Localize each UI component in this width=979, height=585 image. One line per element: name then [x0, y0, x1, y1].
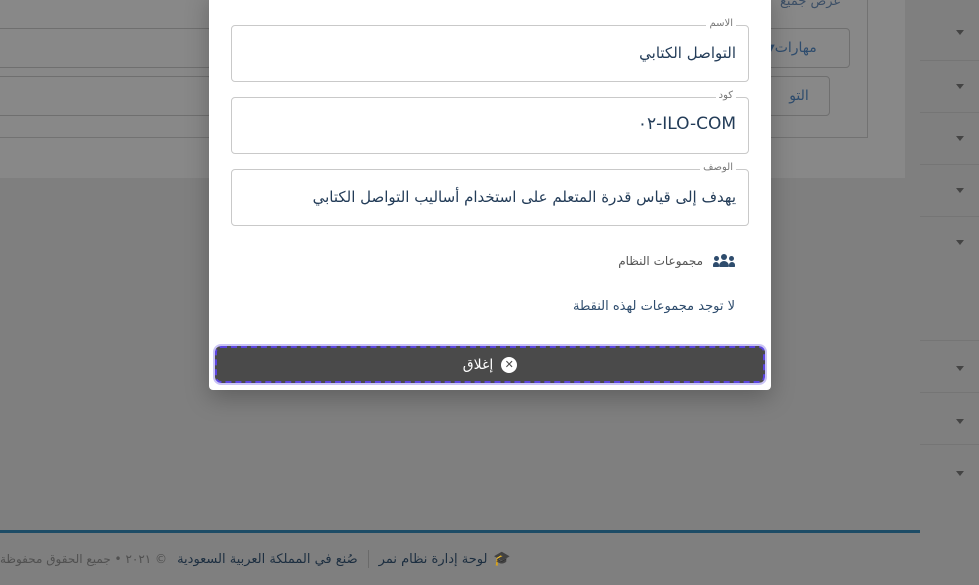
- chevron-down-icon[interactable]: [956, 30, 964, 35]
- chevron-down-icon[interactable]: [956, 240, 964, 245]
- background-input-1: [0, 28, 212, 68]
- chevron-down-icon[interactable]: [956, 136, 964, 141]
- divider: [920, 164, 979, 165]
- footer-brand-label: لوحة إدارة نظام نمر: [378, 551, 488, 567]
- empty-groups-message: لا توجد مجموعات لهذه النقطة: [573, 299, 735, 314]
- users-group-icon: [713, 254, 735, 268]
- name-field-label: الاسم: [706, 18, 736, 29]
- chevron-down-icon[interactable]: [956, 419, 964, 424]
- details-modal: الاسم التواصل الكتابي كود ٠٢-ILO-COM الو…: [209, 0, 771, 390]
- chevron-down-icon[interactable]: [956, 366, 964, 371]
- close-button-label: إغلاق: [462, 356, 494, 373]
- name-field[interactable]: الاسم التواصل الكتابي: [231, 18, 749, 82]
- skills-dropdown-button[interactable]: مهارات ▼: [760, 28, 850, 68]
- footer: 🎓 لوحة إدارة نظام نمر صُنع في المملكة ال…: [0, 533, 979, 585]
- graduation-cap-icon: 🎓: [493, 551, 511, 567]
- close-circle-icon: ✕: [501, 356, 518, 373]
- divider: [920, 392, 979, 393]
- skills-button-label: مهارات: [774, 40, 817, 56]
- right-collapsed-list: [920, 0, 979, 530]
- system-groups-label: مجموعات النظام: [618, 254, 703, 268]
- footer-brand[interactable]: 🎓 لوحة إدارة نظام نمر: [379, 551, 511, 567]
- divider: [920, 60, 979, 61]
- chevron-down-icon[interactable]: [956, 188, 964, 193]
- footer-copyright: © ٢٠٢١ • جميع الحقوق محفوظة: [0, 552, 168, 566]
- code-field[interactable]: كود ٠٢-ILO-COM: [231, 90, 749, 154]
- view-all-text: عرض جميع: [780, 0, 842, 9]
- code-field-label: كود: [715, 90, 736, 101]
- description-field-value: يهدف إلى قياس قدرة المتعلم على استخدام أ…: [312, 188, 736, 206]
- name-field-value: التواصل الكتابي: [639, 44, 736, 62]
- chevron-down-icon[interactable]: [956, 471, 964, 476]
- divider: [920, 444, 979, 445]
- system-groups-heading: مجموعات النظام: [618, 254, 735, 268]
- background-frame-edge: [867, 0, 868, 138]
- background-input-2: [0, 76, 212, 116]
- description-field-label: الوصف: [700, 162, 736, 173]
- chevron-down-icon[interactable]: [956, 84, 964, 89]
- divider: [920, 216, 979, 217]
- description-field[interactable]: الوصف يهدف إلى قياس قدرة المتعلم على است…: [231, 162, 749, 226]
- footer-made-in: صُنع في المملكة العربية السعودية: [177, 551, 358, 567]
- secondary-button[interactable]: التو: [768, 76, 830, 116]
- code-field-value: ٠٢-ILO-COM: [637, 114, 736, 134]
- close-button[interactable]: ✕ إغلاق: [213, 344, 767, 385]
- footer-separator: [367, 550, 369, 568]
- divider: [920, 340, 979, 341]
- divider: [920, 112, 979, 113]
